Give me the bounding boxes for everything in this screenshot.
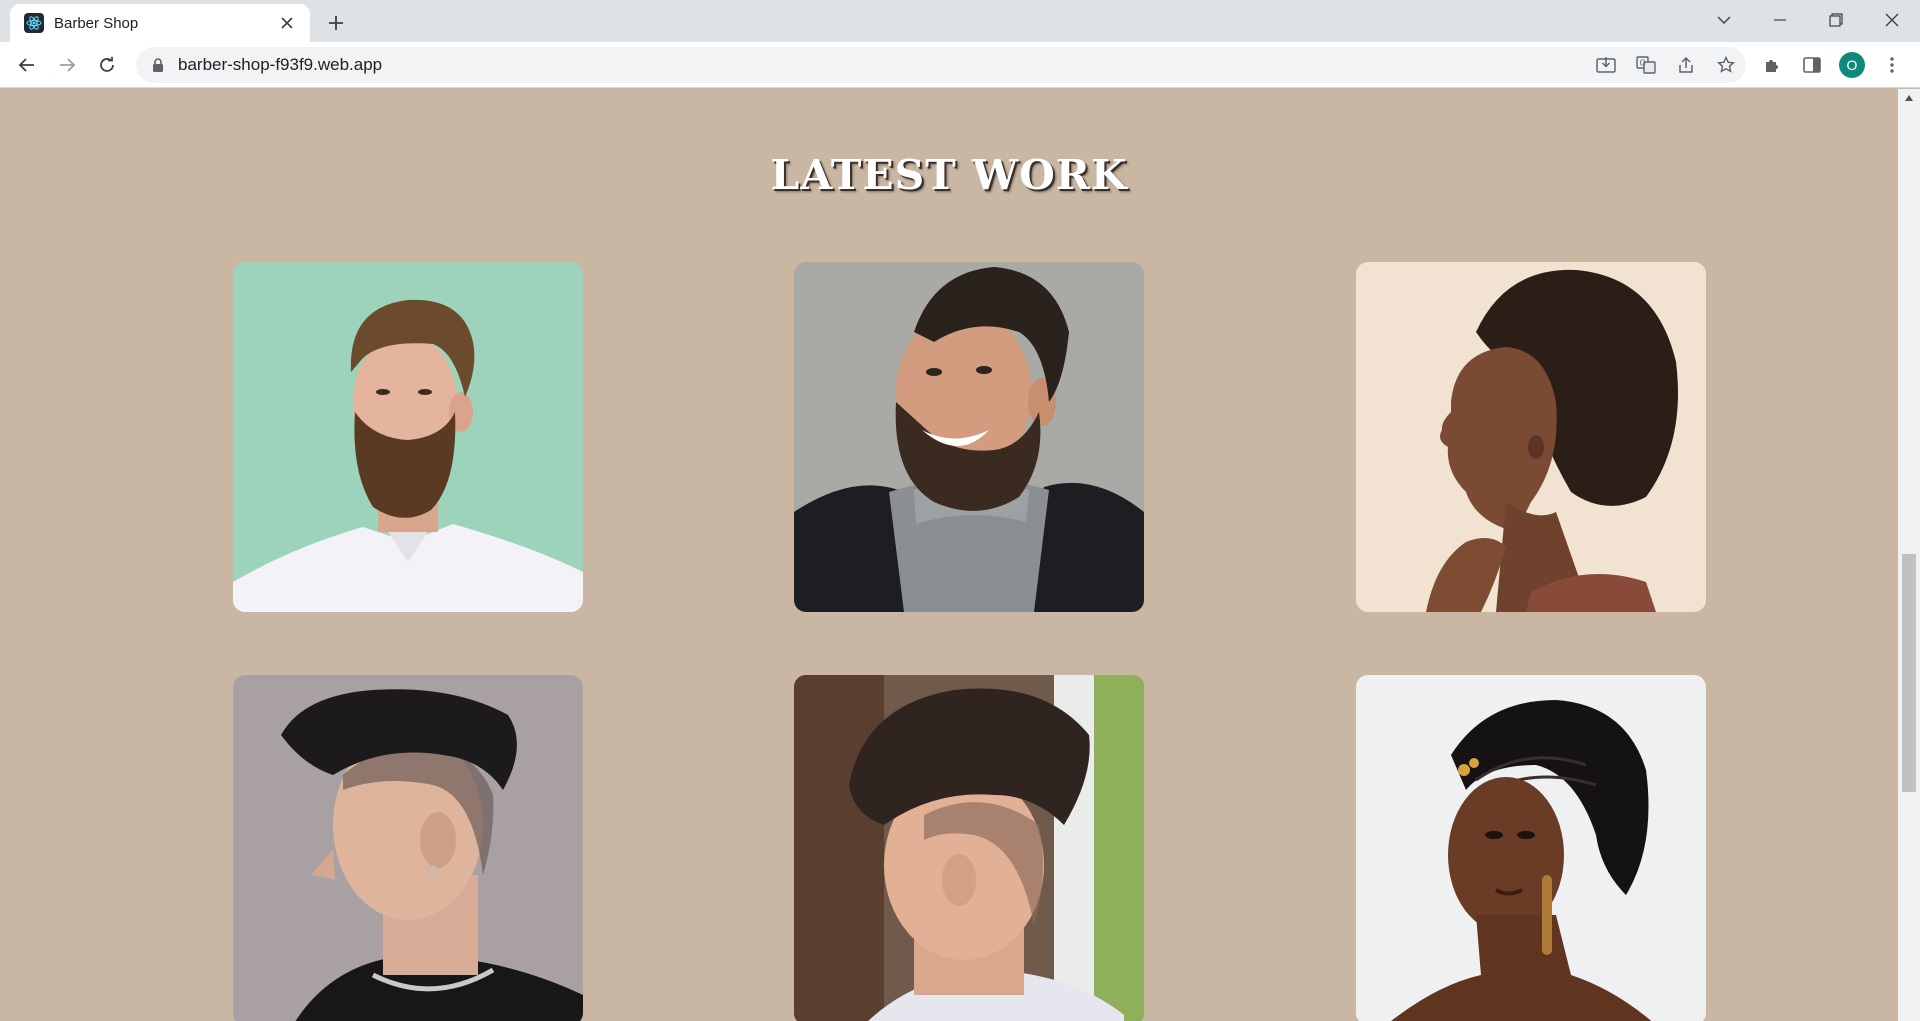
svg-text:G: G (1640, 59, 1646, 68)
browser-toolbar: barber-shop-f93f9.web.app G O (0, 42, 1920, 88)
gallery-image-3[interactable] (1356, 262, 1706, 612)
react-atom-icon (24, 13, 44, 33)
url-text[interactable]: barber-shop-f93f9.web.app (178, 55, 382, 75)
reload-icon[interactable] (92, 50, 122, 80)
arrow-right-icon[interactable] (52, 50, 82, 80)
gallery-image-6[interactable] (1356, 675, 1706, 1021)
window-controls (1696, 0, 1920, 40)
arrow-left-icon[interactable] (12, 50, 42, 80)
tab-strip: Barber Shop (0, 0, 1920, 42)
install-app-icon[interactable] (1586, 47, 1626, 83)
side-panel-icon[interactable] (1792, 50, 1832, 80)
gallery-image-4[interactable] (233, 675, 583, 1021)
avatar: O (1839, 52, 1865, 78)
translate-icon[interactable]: G (1626, 47, 1666, 83)
lock-icon[interactable] (152, 58, 164, 72)
minimize-button[interactable] (1752, 0, 1808, 40)
gallery-image-2[interactable] (794, 262, 1144, 612)
tab-search-chevron-icon[interactable] (1696, 0, 1752, 40)
page-viewport: LATEST WORK (0, 89, 1898, 1021)
scrollbar-thumb[interactable] (1902, 554, 1916, 792)
kebab-menu-icon[interactable] (1872, 50, 1912, 80)
share-icon[interactable] (1666, 47, 1706, 83)
gallery-image-5[interactable] (794, 675, 1144, 1021)
profile-avatar[interactable]: O (1832, 50, 1872, 80)
tab-title: Barber Shop (54, 14, 139, 32)
page-scrollbar[interactable] (1898, 89, 1920, 1021)
address-bar[interactable]: barber-shop-f93f9.web.app G (136, 47, 1746, 83)
close-window-button[interactable] (1864, 0, 1920, 40)
scroll-up-arrow-icon[interactable] (1898, 89, 1920, 107)
star-icon[interactable] (1706, 47, 1746, 83)
restore-button[interactable] (1808, 0, 1864, 40)
close-icon[interactable] (276, 12, 298, 34)
puzzle-icon[interactable] (1752, 50, 1792, 80)
work-gallery (0, 89, 1898, 1021)
browser-tab[interactable]: Barber Shop (10, 4, 310, 42)
gallery-image-1[interactable] (233, 262, 583, 612)
plus-icon[interactable] (322, 9, 350, 37)
